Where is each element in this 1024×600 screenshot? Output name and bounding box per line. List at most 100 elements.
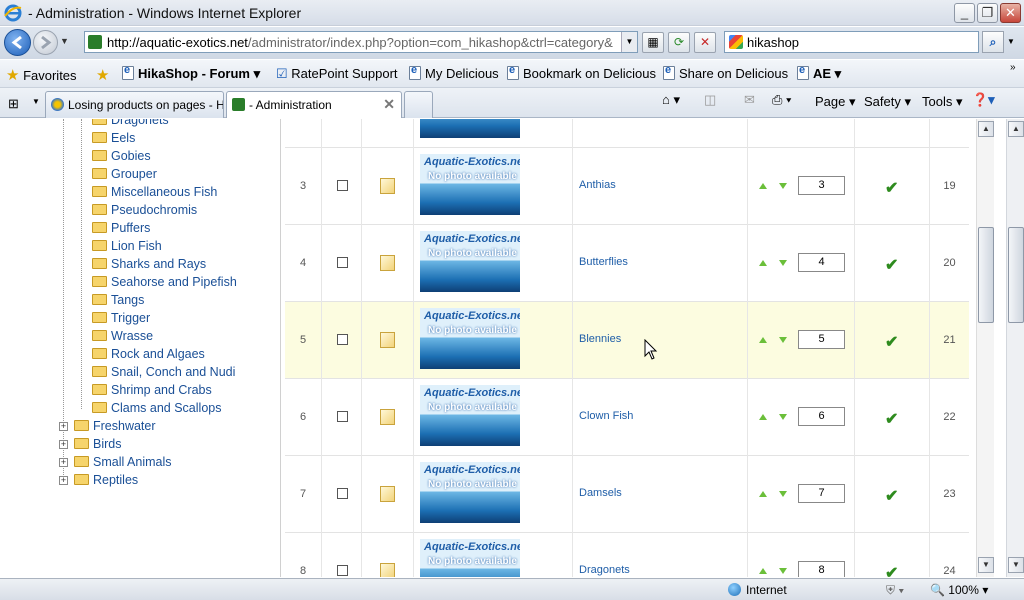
minimize-button[interactable]: _: [954, 3, 975, 23]
zone-indicator[interactable]: Internet: [728, 583, 787, 597]
order-down-icon[interactable]: [779, 183, 787, 189]
category-name-link[interactable]: Clown Fish: [579, 410, 633, 422]
edit-icon[interactable]: [380, 409, 395, 425]
row-checkbox[interactable]: [337, 257, 348, 268]
protected-mode-icon[interactable]: ⛨ ▾: [886, 583, 904, 598]
category-name-link[interactable]: Anthias: [579, 179, 616, 191]
tree-item-birds[interactable]: Birds: [74, 437, 121, 455]
back-button[interactable]: [4, 29, 31, 56]
tree-item-small-animals[interactable]: Small Animals: [74, 455, 172, 473]
home-button[interactable]: ⌂ ▾: [662, 92, 680, 108]
fav-ratepoint-support[interactable]: ☑ RatePoint Support: [276, 66, 398, 82]
page-scrollbar[interactable]: ▲ ▼: [1006, 119, 1024, 577]
ordering-input[interactable]: 6: [798, 407, 845, 426]
address-field[interactable]: http://aquatic-exotics.net/administrator…: [84, 31, 638, 53]
order-down-icon[interactable]: [779, 491, 787, 497]
tree-item-freshwater[interactable]: Freshwater: [74, 419, 156, 437]
published-check-icon[interactable]: ✔: [885, 255, 898, 275]
order-down-icon[interactable]: [779, 337, 787, 343]
ordering-input[interactable]: 8: [798, 561, 845, 577]
history-dropdown-icon[interactable]: ▼: [60, 36, 70, 48]
feeds-button[interactable]: ◫: [704, 92, 716, 108]
order-up-icon[interactable]: [759, 183, 767, 189]
order-up-icon[interactable]: [759, 337, 767, 343]
ordering-input[interactable]: 3: [798, 176, 845, 195]
edit-icon[interactable]: [380, 563, 395, 577]
favorites-button[interactable]: ★ Favorites: [6, 66, 77, 84]
edit-icon[interactable]: [380, 332, 395, 348]
ordering-input[interactable]: 4: [798, 253, 845, 272]
fav-bookmark-delicious[interactable]: Bookmark on Delicious: [507, 64, 656, 81]
tree-item[interactable]: Eels: [92, 131, 135, 149]
fav-my-delicious[interactable]: My Delicious: [409, 64, 499, 81]
order-up-icon[interactable]: [759, 491, 767, 497]
tree-item[interactable]: Puffers: [92, 221, 150, 239]
safety-menu[interactable]: Safety ▾: [864, 94, 911, 110]
quick-tabs-icon[interactable]: ⊞: [8, 96, 19, 112]
scroll-thumb[interactable]: [978, 227, 994, 323]
published-check-icon[interactable]: ✔: [885, 486, 898, 506]
order-up-icon[interactable]: [759, 568, 767, 574]
tree-item[interactable]: Lion Fish: [92, 239, 162, 257]
scroll-down-icon[interactable]: ▼: [978, 557, 994, 573]
category-name-link[interactable]: Butterflies: [579, 256, 628, 268]
page-scroll-down-icon[interactable]: ▼: [1008, 557, 1024, 573]
search-input[interactable]: hikashop: [724, 31, 979, 53]
tree-item[interactable]: Shrimp and Crabs: [92, 383, 212, 401]
row-checkbox[interactable]: [337, 488, 348, 499]
thumbnail-image[interactable]: Aquatic-Exotics.net No photo available: [420, 462, 520, 523]
edit-icon[interactable]: [380, 178, 395, 194]
tree-item[interactable]: Wrasse: [92, 329, 153, 347]
tree-item[interactable]: Clams and Scallops: [92, 401, 221, 419]
help-button[interactable]: ❓▾: [972, 92, 995, 108]
thumbnail-image[interactable]: Aquatic-Exotics.net No photo available: [420, 385, 520, 446]
refresh-icon[interactable]: ⟳: [668, 32, 690, 53]
expand-icon[interactable]: +: [59, 458, 68, 467]
edit-icon[interactable]: [380, 486, 395, 502]
close-tab-icon[interactable]: ✕: [383, 96, 395, 113]
search-button[interactable]: ⌕: [982, 31, 1004, 53]
page-menu[interactable]: Page ▾: [815, 94, 856, 110]
tab-hikashop-forum[interactable]: Losing products on pages - H...: [45, 91, 224, 118]
tree-item[interactable]: Dragonets: [92, 119, 169, 131]
published-check-icon[interactable]: ✔: [885, 409, 898, 429]
thumbnail-image[interactable]: Aquatic-Exotics.net No photo available: [420, 539, 520, 577]
tree-item[interactable]: Snail, Conch and Nudi: [92, 365, 235, 383]
mail-button[interactable]: ✉: [744, 92, 755, 108]
address-dropdown-icon[interactable]: ▼: [621, 32, 637, 52]
row-checkbox[interactable]: [337, 334, 348, 345]
ordering-input[interactable]: 5: [798, 330, 845, 349]
tree-item[interactable]: Miscellaneous Fish: [92, 185, 217, 203]
print-button[interactable]: ⎙ ▾: [772, 92, 791, 108]
tree-item[interactable]: Grouper: [92, 167, 157, 185]
published-check-icon[interactable]: ✔: [885, 563, 898, 577]
search-options-icon[interactable]: ▼: [1007, 37, 1015, 46]
fav-share-delicious[interactable]: Share on Delicious: [663, 64, 788, 81]
fav-hikashop-forum[interactable]: HikaShop - Forum ▾: [122, 64, 260, 82]
row-checkbox[interactable]: [337, 180, 348, 191]
tree-item[interactable]: Sharks and Rays: [92, 257, 206, 275]
thumbnail-image[interactable]: Aquatic-Exotics.net No photo available: [420, 231, 520, 292]
forward-button[interactable]: [33, 30, 58, 55]
compatibility-view-icon[interactable]: ▦: [642, 32, 664, 53]
tree-item-reptiles[interactable]: Reptiles: [74, 473, 138, 491]
tab-list-icon[interactable]: ▼: [32, 97, 40, 106]
restore-button[interactable]: ❐: [977, 3, 998, 23]
published-check-icon[interactable]: ✔: [885, 332, 898, 352]
category-name-link[interactable]: Blennies: [579, 333, 621, 345]
page-scroll-up-icon[interactable]: ▲: [1008, 121, 1024, 137]
row-checkbox[interactable]: [337, 411, 348, 422]
edit-icon[interactable]: [380, 255, 395, 271]
page-scroll-thumb[interactable]: [1008, 227, 1024, 323]
thumbnail-image[interactable]: Aquatic-Exotics.net No photo available: [420, 154, 520, 215]
more-favorites-icon[interactable]: »: [1010, 62, 1016, 73]
ordering-input[interactable]: 7: [798, 484, 845, 503]
published-check-icon[interactable]: ✔: [885, 178, 898, 198]
tree-item[interactable]: Rock and Algaes: [92, 347, 205, 365]
close-window-button[interactable]: ✕: [1000, 3, 1021, 23]
order-down-icon[interactable]: [779, 568, 787, 574]
tree-item[interactable]: Pseudochromis: [92, 203, 197, 221]
order-up-icon[interactable]: [759, 260, 767, 266]
tree-item[interactable]: Seahorse and Pipefish: [92, 275, 237, 293]
zoom-control[interactable]: 🔍 100% ▾: [930, 583, 988, 597]
